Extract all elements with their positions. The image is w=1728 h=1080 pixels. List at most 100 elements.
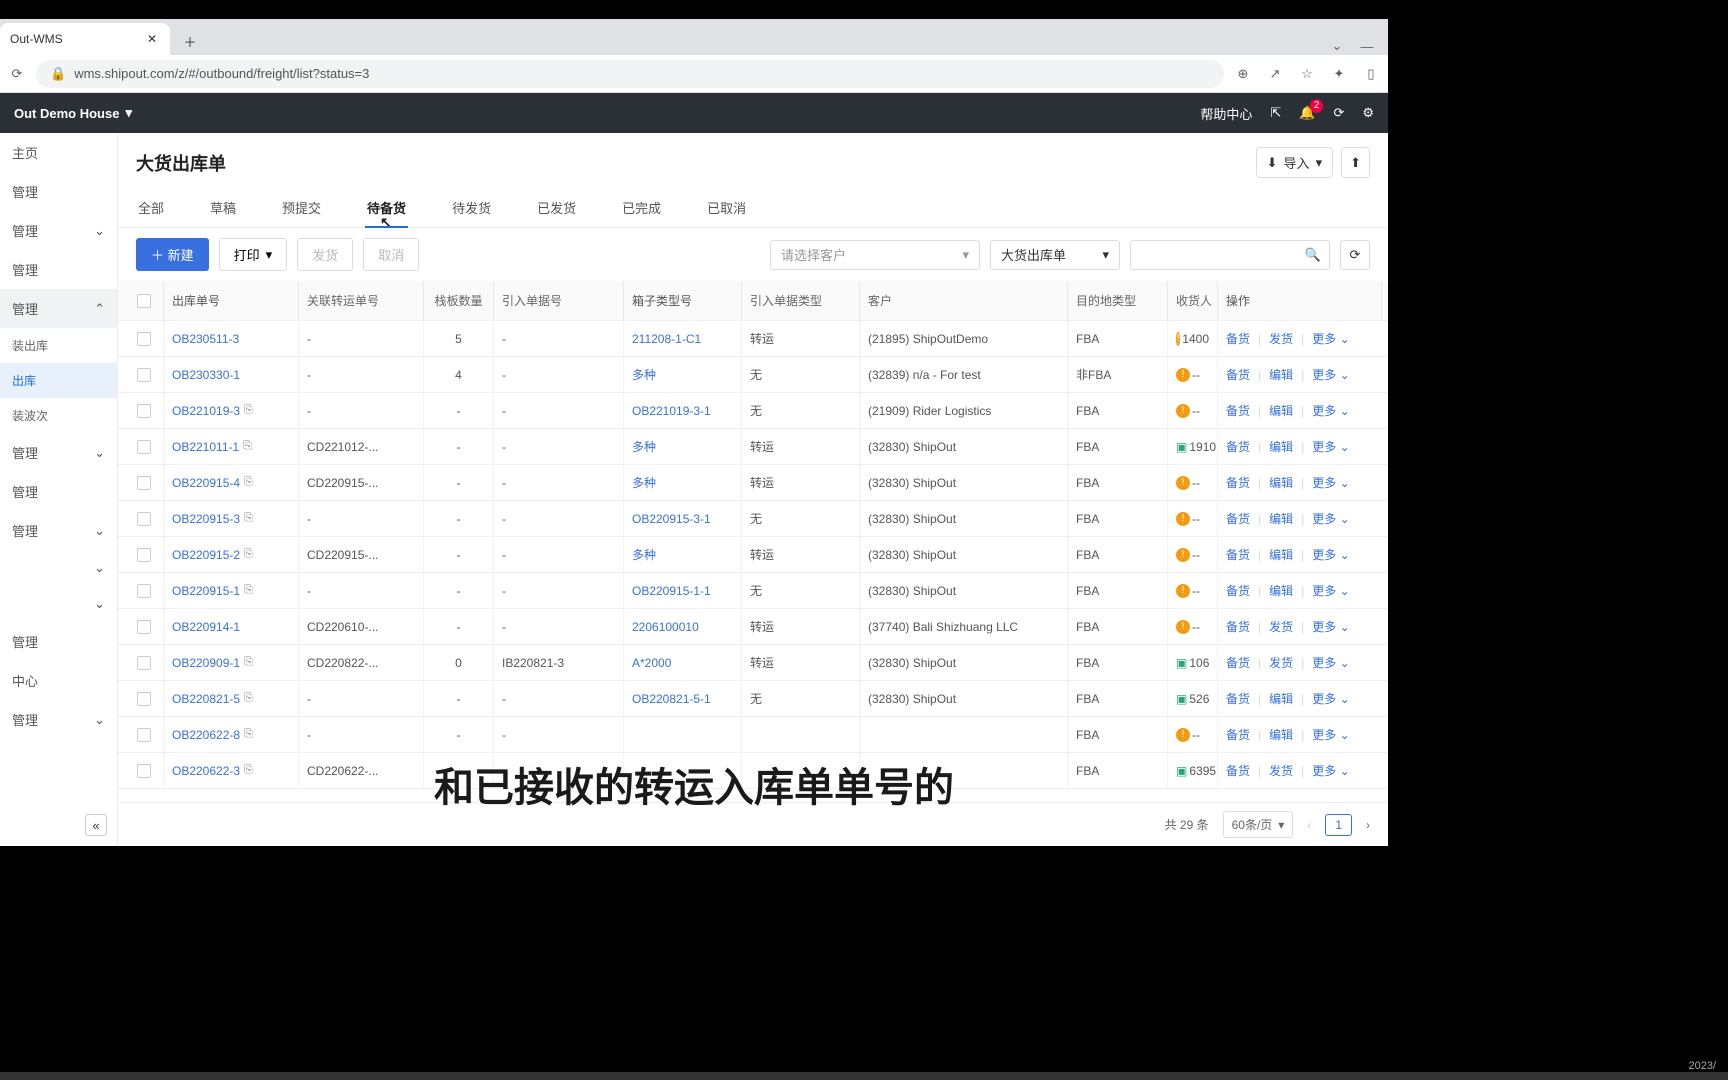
copy-icon[interactable]: ⎘ (244, 404, 253, 417)
minimize-icon[interactable]: — (1358, 37, 1376, 55)
action-more[interactable]: 更多 ⌄ (1312, 618, 1349, 635)
row-checkbox[interactable] (137, 548, 151, 562)
action-a2[interactable]: 发货 (1269, 654, 1293, 671)
box-link[interactable]: OB220915-1-1 (624, 573, 742, 608)
col-refnum[interactable]: 引入单据号 (494, 281, 624, 320)
order-link[interactable]: OB220909-1⎘ (164, 645, 299, 680)
row-checkbox[interactable] (137, 404, 151, 418)
sidebar-item[interactable]: ⌄ (0, 586, 117, 622)
tab-6[interactable]: 已完成 (620, 188, 663, 227)
sidebar-collapse-button[interactable]: « (85, 814, 107, 836)
sidebar-sub-item[interactable]: 装波次 (0, 398, 117, 433)
box-link[interactable]: 多种 (624, 357, 742, 392)
sidebar-sub-item[interactable]: 装出库 (0, 328, 117, 363)
col-related[interactable]: 关联转运单号 (299, 281, 424, 320)
tab-5[interactable]: 已发货 (535, 188, 578, 227)
order-link[interactable]: OB220821-5⎘ (164, 681, 299, 716)
copy-icon[interactable]: ⎘ (244, 656, 253, 669)
tab-1[interactable]: 草稿 (208, 188, 238, 227)
sidebar-item[interactable]: 管理 (0, 472, 117, 511)
share-icon[interactable]: ↗ (1266, 65, 1284, 83)
sidebar-item[interactable]: 主页 (0, 133, 117, 172)
copy-icon[interactable]: ⎘ (244, 764, 253, 777)
tab-4[interactable]: 待发货 (450, 188, 493, 227)
row-checkbox[interactable] (137, 620, 151, 634)
action-a1[interactable]: 备货 (1226, 726, 1250, 743)
row-checkbox[interactable] (137, 728, 151, 742)
col-order-number[interactable]: 出库单号 (164, 281, 299, 320)
sidebar-item[interactable]: 管理 (0, 172, 117, 211)
sidebar-item[interactable]: 管理⌄ (0, 211, 117, 250)
action-more[interactable]: 更多 ⌄ (1312, 726, 1349, 743)
url-box[interactable]: 🔒 wms.shipout.com/z/#/outbound/freight/l… (36, 60, 1224, 88)
action-a2[interactable]: 编辑 (1269, 546, 1293, 563)
action-a1[interactable]: 备货 (1226, 366, 1250, 383)
action-more[interactable]: 更多 ⌄ (1312, 510, 1349, 527)
copy-icon[interactable]: ⎘ (244, 512, 253, 525)
col-dest[interactable]: 目的地类型 (1068, 281, 1168, 320)
copy-icon[interactable]: ⎘ (244, 476, 253, 489)
copy-icon[interactable]: ⎘ (244, 692, 253, 705)
action-a2[interactable]: 编辑 (1269, 438, 1293, 455)
share-icon[interactable]: ⇱ (1270, 105, 1281, 121)
action-a2[interactable]: 编辑 (1269, 510, 1293, 527)
action-more[interactable]: 更多 ⌄ (1312, 366, 1349, 383)
page-size-select[interactable]: 60条/页 ▾ (1223, 811, 1294, 838)
row-checkbox[interactable] (137, 440, 151, 454)
page-number[interactable]: 1 (1325, 814, 1352, 836)
copy-icon[interactable]: ⎘ (244, 584, 253, 597)
box-link[interactable]: 多种 (624, 429, 742, 464)
order-link[interactable]: OB220914-1 (164, 609, 299, 644)
action-a1[interactable]: 备货 (1226, 330, 1250, 347)
action-a1[interactable]: 备货 (1226, 474, 1250, 491)
row-checkbox[interactable] (137, 332, 151, 346)
box-link[interactable]: 多种 (624, 537, 742, 572)
action-a1[interactable]: 备货 (1226, 438, 1250, 455)
order-link[interactable]: OB230511-3 (164, 321, 299, 356)
row-checkbox[interactable] (137, 476, 151, 490)
action-a2[interactable]: 编辑 (1269, 690, 1293, 707)
sidebar-item[interactable]: 管理⌄ (0, 433, 117, 472)
action-more[interactable]: 更多 ⌄ (1312, 474, 1349, 491)
action-a1[interactable]: 备货 (1226, 546, 1250, 563)
box-link[interactable]: A*2000 (624, 645, 742, 680)
notification-icon[interactable]: 🔔 2 (1299, 105, 1315, 121)
reload-button[interactable]: ⟳ (1340, 240, 1370, 270)
order-link[interactable]: OB230330-1 (164, 357, 299, 392)
sidebar-item[interactable]: 管理⌄ (0, 511, 117, 550)
order-link[interactable]: OB220915-3⎘ (164, 501, 299, 536)
box-link[interactable] (624, 753, 742, 788)
select-all-checkbox[interactable] (137, 294, 151, 308)
row-checkbox[interactable] (137, 656, 151, 670)
browser-tab[interactable]: Out-WMS ✕ (0, 23, 170, 55)
export-icon-button[interactable]: ⬆ (1341, 147, 1370, 178)
action-more[interactable]: 更多 ⌄ (1312, 402, 1349, 419)
prev-page-button[interactable]: ‹ (1307, 818, 1311, 832)
action-more[interactable]: 更多 ⌄ (1312, 762, 1349, 779)
refresh-icon[interactable]: ⟳ (1333, 105, 1344, 121)
sidebar-sub-item[interactable]: 出库 (0, 363, 117, 398)
sidebar-item[interactable]: ⌄ (0, 550, 117, 586)
order-link[interactable]: OB220622-3⎘ (164, 753, 299, 788)
action-more[interactable]: 更多 ⌄ (1312, 438, 1349, 455)
action-a1[interactable]: 备货 (1226, 618, 1250, 635)
col-customer[interactable]: 客户 (860, 281, 1068, 320)
sidebar-item[interactable]: 管理 (0, 250, 117, 289)
new-button[interactable]: ＋ 新建 (136, 238, 209, 271)
action-a2[interactable]: 编辑 (1269, 582, 1293, 599)
order-link[interactable]: OB220622-8⎘ (164, 717, 299, 752)
box-link[interactable]: OB221019-3-1 (624, 393, 742, 428)
order-link[interactable]: OB221019-3⎘ (164, 393, 299, 428)
box-link[interactable]: OB220821-5-1 (624, 681, 742, 716)
tab-3[interactable]: 待备货↖ (365, 188, 408, 227)
panel-icon[interactable]: ▯ (1362, 65, 1380, 83)
row-checkbox[interactable] (137, 368, 151, 382)
action-a1[interactable]: 备货 (1226, 510, 1250, 527)
box-link[interactable]: OB220915-3-1 (624, 501, 742, 536)
action-a2[interactable]: 编辑 (1269, 402, 1293, 419)
action-a1[interactable]: 备货 (1226, 582, 1250, 599)
tab-7[interactable]: 已取消 (705, 188, 748, 227)
import-button[interactable]: ⬇ 导入 ▾ (1256, 147, 1333, 178)
action-a2[interactable]: 编辑 (1269, 474, 1293, 491)
col-box[interactable]: 箱子类型号 (624, 281, 742, 320)
